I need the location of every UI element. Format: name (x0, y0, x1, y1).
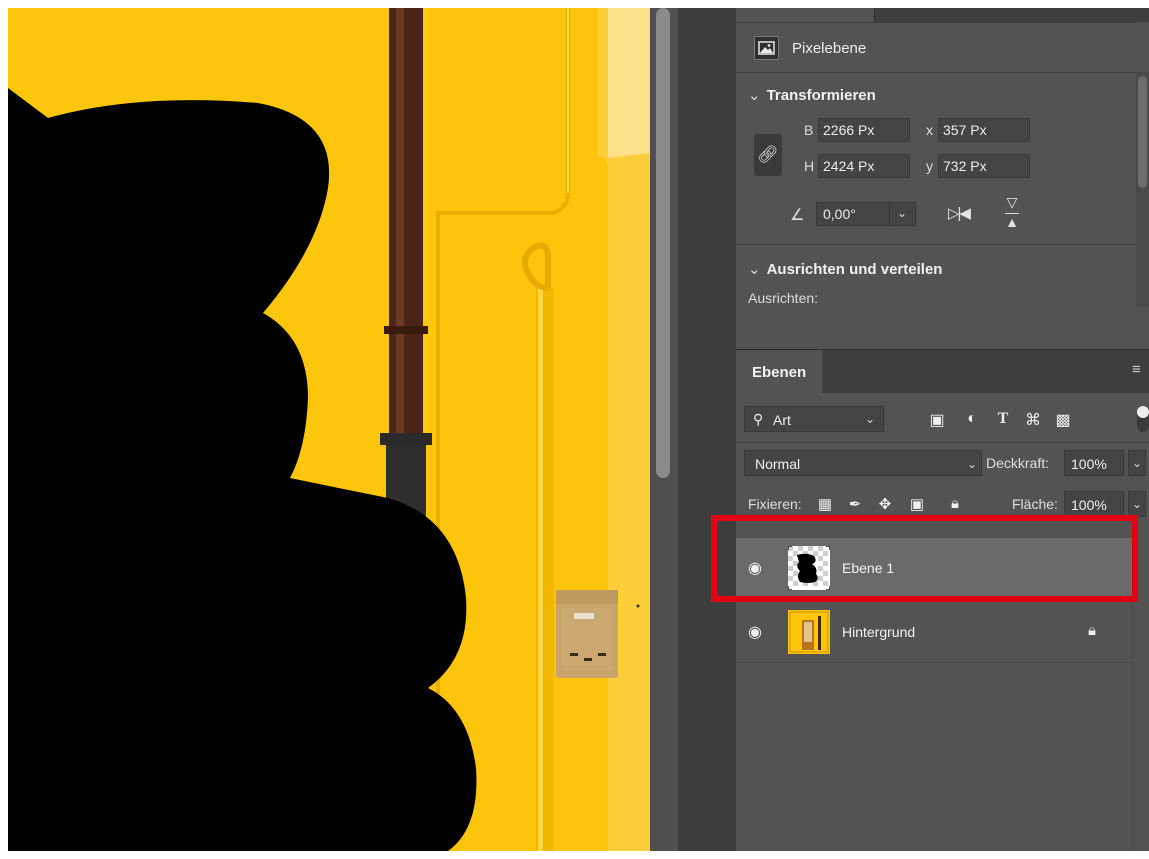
tab-layers-label: Ebenen (752, 364, 807, 381)
transform-section-title[interactable]: ⌄ Transformieren (748, 86, 876, 104)
opacity-field[interactable]: 100% (1064, 450, 1124, 476)
lock-transparency-icon[interactable]: ▦ (816, 495, 834, 513)
opacity-value: 100% (1071, 456, 1107, 472)
align-title-text: Ausrichten und verteilen (766, 261, 943, 278)
fill-label: Fläche: (1012, 496, 1058, 512)
opacity-label: Deckkraft: (986, 455, 1050, 471)
chevron-down-icon: ⌄ (865, 412, 876, 426)
height-field[interactable]: 2424 Px (818, 154, 910, 178)
flip-vertical-icon[interactable]: ▽ — ▲ (1004, 195, 1020, 229)
divider (889, 203, 890, 225)
blend-mode-value: Normal (755, 456, 801, 472)
visibility-eye-icon[interactable]: ◉ (748, 622, 762, 642)
fill-field[interactable]: 100% (1064, 491, 1124, 517)
layer-filter-dropdown[interactable]: ⚲ Art ⌄ (744, 406, 884, 432)
panel-menu-icon[interactable]: ≡ (1132, 361, 1146, 378)
properties-scrollbar-thumb[interactable] (1138, 76, 1147, 188)
align-section-title[interactable]: ⌄ Ausrichten und verteilen (748, 260, 942, 278)
divider (736, 72, 1136, 73)
pixel-layer-icon (754, 36, 779, 60)
document-canvas[interactable] (8, 8, 650, 851)
smart-object-filter-icon[interactable]: ▩ (1054, 410, 1072, 429)
search-icon: ⚲ (753, 411, 764, 427)
panel-tab-strip (736, 8, 1149, 22)
blend-mode-dropdown[interactable]: Normal ⌄ (744, 450, 982, 476)
tab-layers[interactable]: Ebenen (736, 350, 822, 394)
link-dimensions-icon[interactable]: 🔗︎ (754, 134, 782, 176)
canvas-scroll-gutter[interactable] (650, 8, 678, 851)
canvas-scrollbar-thumb[interactable] (656, 8, 670, 478)
lock-position-icon[interactable]: ✥ (876, 495, 894, 513)
type-filter-icon[interactable]: T (994, 410, 1012, 428)
divider (736, 598, 1132, 599)
transform-title-text: Transformieren (766, 87, 876, 104)
lock-all-icon[interactable]: 🔒︎ (946, 495, 964, 512)
flip-horizontal-icon[interactable]: ▷|◀ (948, 204, 971, 222)
divider (736, 662, 1132, 663)
y-field[interactable]: 732 Px (938, 154, 1030, 178)
height-label: H (804, 158, 815, 174)
inactive-tabs[interactable] (874, 8, 1149, 22)
canvas-image (8, 8, 650, 851)
layer-thumbnail (788, 546, 830, 590)
layer-thumbnail (788, 610, 830, 654)
panel-gutter (678, 8, 736, 851)
y-label: y (926, 158, 933, 174)
adjustment-filter-icon[interactable]: ◐ (963, 410, 981, 428)
layer-filter-value: Art (773, 412, 791, 428)
lock-artboard-icon[interactable]: ▣ (908, 495, 926, 513)
chevron-down-icon: ⌄ (967, 457, 978, 471)
layer-name[interactable]: Hintergrund (842, 624, 915, 640)
lock-image-pixels-icon[interactable]: ✒ (846, 495, 864, 513)
lock-icon: 🔒︎ (1088, 622, 1096, 639)
x-label: x (926, 122, 933, 138)
shape-filter-icon[interactable]: ⌘ (1024, 410, 1042, 429)
filter-toggle[interactable] (1137, 406, 1149, 432)
layer-row-ebene-1[interactable]: ◉ Ebene 1 (736, 538, 1132, 598)
chevron-down-icon: ⌄ (748, 87, 761, 104)
layer-type-label: Pixelebene (792, 40, 867, 57)
angle-icon: ∠ (790, 207, 805, 224)
chevron-down-icon: ⌄ (897, 206, 908, 220)
properties-header: Pixelebene (736, 22, 1136, 72)
layers-scrollbar[interactable] (1132, 522, 1149, 851)
visibility-eye-icon[interactable]: ◉ (748, 558, 762, 578)
fill-dropdown-arrow[interactable]: ⌄ (1128, 491, 1146, 517)
x-field[interactable]: 357 Px (938, 118, 1030, 142)
width-label: B (804, 122, 814, 138)
chevron-down-icon: ⌄ (748, 261, 761, 278)
align-sub-label: Ausrichten: (748, 290, 819, 306)
rotation-angle-dropdown[interactable]: 0,00° ⌄ (816, 202, 916, 226)
layer-name[interactable]: Ebene 1 (842, 560, 894, 576)
toggle-knob (1137, 406, 1149, 418)
lock-label: Fixieren: (748, 496, 802, 512)
rotation-angle-value: 0,00° (823, 206, 856, 222)
layer-list: ◉ Ebene 1 ◉ Hintergrund 🔒︎ (736, 522, 1132, 851)
properties-scrollbar[interactable] (1136, 72, 1149, 307)
fill-value: 100% (1071, 497, 1107, 513)
divider (736, 442, 1149, 443)
width-field[interactable]: 2266 Px (818, 118, 910, 142)
pixel-filter-icon[interactable]: ▣ (928, 410, 946, 429)
opacity-dropdown-arrow[interactable]: ⌄ (1128, 450, 1146, 476)
layer-row-hintergrund[interactable]: ◉ Hintergrund 🔒︎ (736, 602, 1132, 662)
properties-and-layers-panel: Pixelebene ⌄ Transformieren 🔗︎ B 2266 Px … (736, 8, 1149, 851)
layers-tab-bar: Ebenen ≡ (736, 349, 1149, 394)
divider (736, 244, 1136, 245)
